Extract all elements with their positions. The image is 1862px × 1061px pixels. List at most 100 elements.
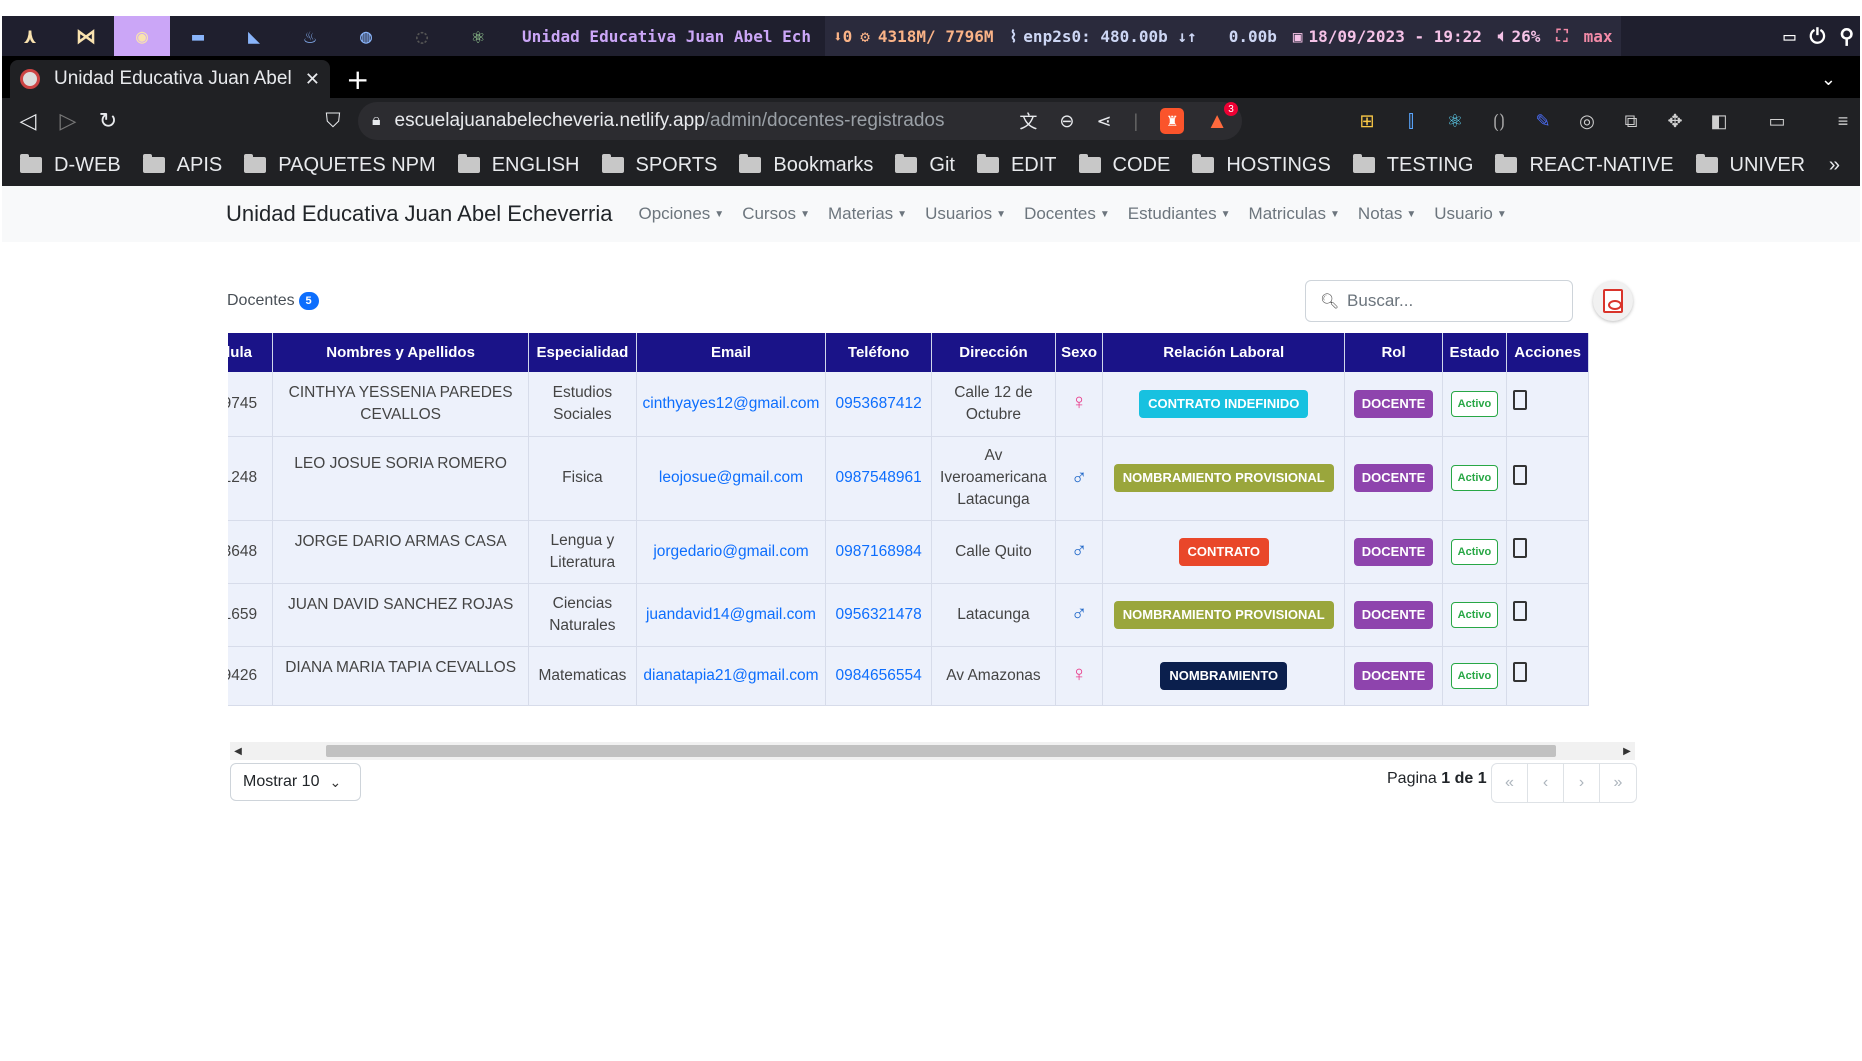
scrollbar-thumb[interactable] bbox=[326, 745, 1556, 757]
extension-box-icon[interactable]: ⧉ bbox=[1618, 111, 1644, 132]
react-icon[interactable]: ⚛ bbox=[450, 16, 506, 56]
extension-picker-icon[interactable]: ✎ bbox=[1530, 111, 1556, 132]
sidebar-icon[interactable]: ◧ bbox=[1706, 111, 1732, 132]
chrome-workspace-icon[interactable]: ◉ bbox=[114, 16, 170, 56]
tab-active[interactable]: Unidad Educativa Juan Abel Echeverria ✕ bbox=[10, 60, 330, 98]
nav-notas[interactable]: Notas ▼ bbox=[1358, 204, 1416, 224]
col-estado[interactable]: Estado bbox=[1442, 333, 1508, 372]
bookmark-folder[interactable]: PAQUETES NPM bbox=[244, 154, 436, 177]
col-direccion[interactable]: Dirección bbox=[931, 333, 1057, 372]
cell-email-link[interactable]: jorgedario@gmail.com bbox=[636, 520, 827, 584]
cell-email-link[interactable]: cinthyayes12@gmail.com bbox=[636, 372, 827, 437]
col-relacion[interactable]: Relación Laboral bbox=[1102, 333, 1346, 372]
brave-shields-icon[interactable]: ♜ bbox=[1160, 108, 1185, 134]
bookmark-folder[interactable]: CODE bbox=[1078, 154, 1170, 177]
last-page-button[interactable]: » bbox=[1600, 764, 1636, 802]
extension-target-icon[interactable]: ◎ bbox=[1574, 111, 1600, 132]
edit-document-icon[interactable] bbox=[1513, 538, 1528, 558]
nav-usuario[interactable]: Usuario ▼ bbox=[1434, 204, 1507, 224]
bookmark-folder[interactable]: ENGLISH bbox=[457, 154, 580, 177]
reload-icon[interactable]: ↻ bbox=[88, 108, 128, 134]
bookmark-folder[interactable]: Bookmarks bbox=[739, 154, 873, 177]
tab-search-chevron-icon[interactable]: ⌄ bbox=[1821, 60, 1860, 98]
bookmark-icon[interactable]: ⛉ bbox=[316, 110, 350, 133]
cell-telefono-link[interactable]: 0987168984 bbox=[825, 520, 932, 584]
col-rol[interactable]: Rol bbox=[1344, 333, 1443, 372]
col-telefono[interactable]: Teléfono bbox=[825, 333, 932, 372]
wallet-icon[interactable]: ▭ bbox=[1764, 111, 1790, 132]
nav-usuarios[interactable]: Usuarios ▼ bbox=[925, 204, 1006, 224]
estado-badge[interactable]: Activo bbox=[1450, 538, 1499, 565]
bookmark-folder[interactable]: UNIVER bbox=[1695, 154, 1805, 177]
zoom-out-icon[interactable]: ⊖ bbox=[1059, 111, 1074, 132]
edit-document-icon[interactable] bbox=[1513, 390, 1528, 411]
scroll-right-icon[interactable]: ▶ bbox=[1619, 742, 1635, 760]
col-especialidad[interactable]: Especialidad bbox=[528, 333, 637, 372]
bookmarks-overflow-icon[interactable]: » bbox=[1829, 154, 1840, 177]
window-icon[interactable]: ▭ bbox=[1783, 24, 1795, 48]
col-sexo[interactable]: Sexo bbox=[1055, 333, 1104, 372]
power-icon[interactable]: ⏻ bbox=[1810, 24, 1826, 48]
hotspot-icon[interactable]: ⚲ bbox=[1839, 24, 1854, 48]
bookmark-folder[interactable]: REACT-NATIVE bbox=[1495, 154, 1674, 177]
search-box[interactable]: 🔍︎ bbox=[1305, 280, 1573, 322]
files-icon[interactable]: ▬ bbox=[170, 16, 226, 56]
extension-bookmark-icon[interactable]: ⫿ bbox=[1398, 111, 1424, 132]
lock-icon[interactable]: 🔒︎ bbox=[372, 112, 381, 130]
nav-materias[interactable]: Materias ▼ bbox=[828, 204, 907, 224]
share-icon[interactable]: ⋖ bbox=[1096, 111, 1111, 132]
cell-email-link[interactable]: leojosue@gmail.com bbox=[636, 436, 827, 521]
col-cedula[interactable]: Cédula bbox=[228, 333, 273, 372]
search-input[interactable] bbox=[1347, 291, 1548, 311]
col-nombres[interactable]: Nombres y Apellidos bbox=[272, 333, 530, 372]
col-acciones[interactable]: Acciones bbox=[1506, 333, 1589, 372]
nav-opciones[interactable]: Opciones ▼ bbox=[638, 204, 724, 224]
estado-badge[interactable]: Activo bbox=[1450, 390, 1499, 417]
java-icon[interactable]: ♨ bbox=[282, 16, 338, 56]
nav-docentes[interactable]: Docentes ▼ bbox=[1024, 204, 1110, 224]
bookmark-folder[interactable]: TESTING bbox=[1352, 154, 1473, 177]
bookmark-folder[interactable]: EDIT bbox=[976, 154, 1057, 177]
bookmark-folder[interactable]: APIS bbox=[142, 154, 222, 177]
extension-bracket-icon[interactable]: ⟮⟯ bbox=[1486, 111, 1512, 132]
menu-icon[interactable]: ≡ bbox=[1830, 111, 1856, 132]
edit-document-icon[interactable] bbox=[1513, 464, 1528, 485]
page-size-select[interactable]: Mostrar 10 ⌄ bbox=[230, 763, 361, 801]
forward-icon[interactable]: ▷ bbox=[48, 108, 88, 134]
cell-telefono-link[interactable]: 0984656554 bbox=[825, 646, 932, 706]
bookmark-folder[interactable]: SPORTS bbox=[601, 154, 717, 177]
table-horizontal-scrollbar[interactable]: ◀ ▶ bbox=[230, 742, 1635, 760]
extension-multi-icon[interactable]: ⊞ bbox=[1354, 111, 1380, 132]
new-tab-button[interactable]: + bbox=[346, 60, 369, 98]
estado-badge[interactable]: Activo bbox=[1450, 662, 1499, 689]
col-email[interactable]: Email bbox=[636, 333, 827, 372]
nav-cursos[interactable]: Cursos ▼ bbox=[742, 204, 810, 224]
close-icon[interactable]: ✕ bbox=[305, 69, 320, 90]
cell-email-link[interactable]: dianatapia21@gmail.com bbox=[636, 646, 827, 706]
arch-logo-icon[interactable]: ⋏ bbox=[2, 16, 58, 56]
edit-document-icon[interactable] bbox=[1513, 662, 1528, 682]
cell-telefono-link[interactable]: 0987548961 bbox=[825, 436, 932, 521]
cell-telefono-link[interactable]: 0956321478 bbox=[825, 583, 932, 647]
address-bar[interactable]: 🔒︎ escuelajuanabelecheveria.netlify.app … bbox=[358, 102, 1242, 140]
layout-indicator[interactable]: ⛶ max bbox=[1548, 16, 1621, 56]
extensions-puzzle-icon[interactable]: ✥ bbox=[1662, 111, 1688, 132]
export-pdf-button[interactable] bbox=[1593, 281, 1633, 321]
bookmark-folder[interactable]: Git bbox=[895, 154, 955, 177]
back-icon[interactable]: ◁ bbox=[8, 108, 48, 134]
kotlin-icon[interactable]: ◣ bbox=[226, 16, 282, 56]
cell-telefono-link[interactable]: 0953687412 bbox=[825, 372, 932, 437]
estado-badge[interactable]: Activo bbox=[1450, 465, 1499, 491]
estado-badge[interactable]: Activo bbox=[1450, 601, 1499, 628]
nav-matriculas[interactable]: Matriculas ▼ bbox=[1249, 204, 1340, 224]
brave-rewards-icon[interactable]: ▲ 3 bbox=[1206, 102, 1238, 134]
spotify-icon[interactable]: ◍ bbox=[338, 16, 394, 56]
first-page-button[interactable]: « bbox=[1492, 764, 1528, 802]
translate-icon[interactable]: 文 bbox=[1019, 108, 1037, 134]
next-page-button[interactable]: › bbox=[1564, 764, 1600, 802]
discord-icon[interactable]: ◌ bbox=[394, 16, 450, 56]
prev-page-button[interactable]: ‹ bbox=[1528, 764, 1564, 802]
vscode-icon[interactable]: ⋈ bbox=[58, 16, 114, 56]
edit-document-icon[interactable] bbox=[1513, 601, 1528, 621]
volume-indicator[interactable]: 🔈︎ 26% bbox=[1489, 16, 1549, 56]
